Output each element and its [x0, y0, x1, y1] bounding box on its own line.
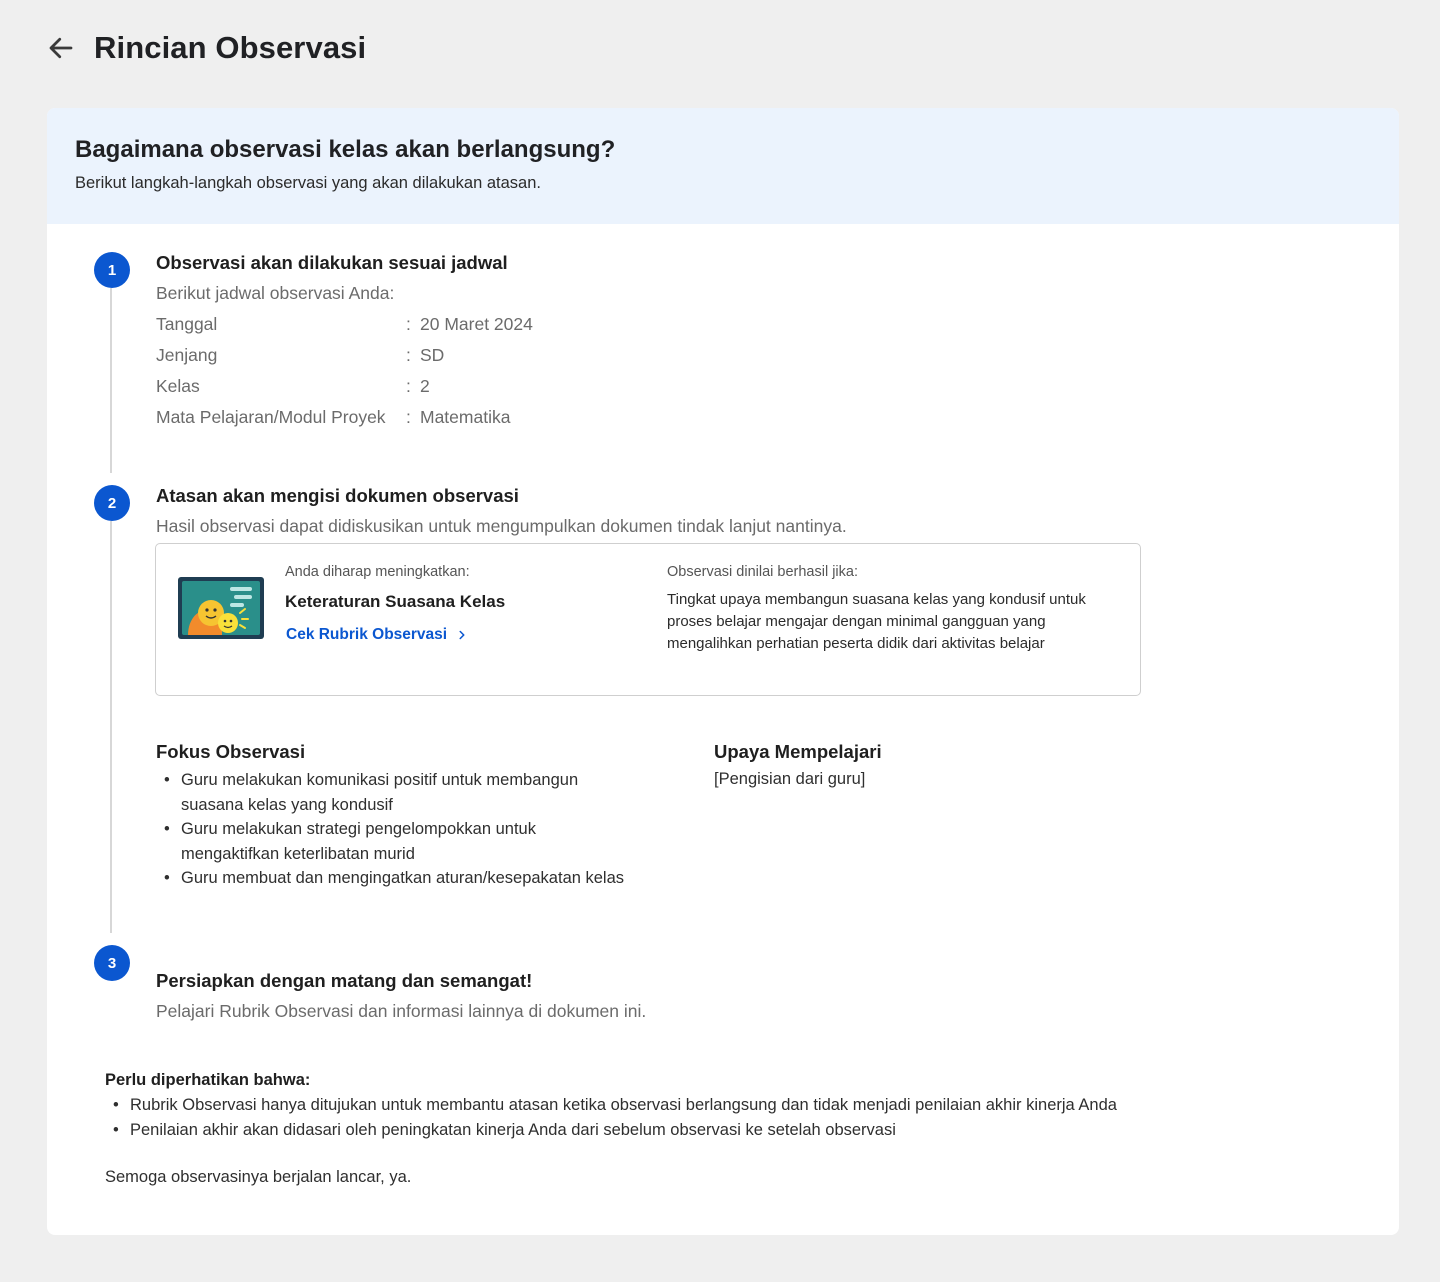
rubric-link-label: Cek Rubrik Observasi — [286, 626, 448, 643]
schedule-row-level: Jenjang : SD — [156, 345, 444, 369]
schedule-colon: : — [406, 376, 411, 396]
list-item: Penilaian akhir akan didasari oleh penin… — [105, 1118, 1305, 1143]
schedule-value: 2 — [420, 376, 430, 396]
effort-title: Upaya Mempelajari — [714, 741, 882, 762]
page-header: Rincian Observasi — [44, 28, 366, 68]
list-item: Guru melakukan komunikasi positif untuk … — [156, 768, 626, 817]
schedule-intro: Berikut jadwal observasi Anda: — [156, 283, 395, 303]
observation-card: Bagaimana observasi kelas akan berlangsu… — [47, 108, 1399, 1235]
step-number-1: 1 — [94, 252, 130, 288]
step-3-description: Pelajari Rubrik Observasi dan informasi … — [156, 1001, 647, 1021]
improve-label: Anda diharap meningkatkan: — [285, 564, 470, 580]
classroom-board-icon — [178, 577, 264, 639]
banner-subtitle: Berikut langkah-langkah observasi yang a… — [75, 174, 541, 192]
timeline-line-1 — [110, 288, 112, 473]
step-2-title: Atasan akan mengisi dokumen observasi — [156, 485, 519, 506]
banner-title: Bagaimana observasi kelas akan berlangsu… — [75, 136, 616, 163]
info-banner: Bagaimana observasi kelas akan berlangsu… — [47, 108, 1399, 224]
schedule-label: Mata Pelajaran/Modul Proyek — [156, 407, 386, 427]
timeline-line-2 — [110, 521, 112, 933]
chevron-right-icon — [459, 630, 465, 640]
arrow-left-icon — [49, 37, 73, 59]
step-number-2: 2 — [94, 485, 130, 521]
step-3-title: Persiapkan dengan matang dan semangat! — [156, 970, 533, 991]
schedule-label: Kelas — [156, 376, 200, 396]
back-button[interactable] — [44, 31, 78, 65]
list-item: Guru melakukan strategi pengelompokkan u… — [156, 817, 626, 866]
focus-title: Fokus Observasi — [156, 741, 306, 762]
step-2-description: Hasil observasi dapat didiskusikan untuk… — [156, 516, 847, 536]
note-list: Rubrik Observasi hanya ditujukan untuk m… — [105, 1093, 1305, 1142]
schedule-colon: : — [406, 345, 411, 365]
focus-card: Anda diharap meningkatkan: Keteraturan S… — [155, 543, 1141, 696]
schedule-row-date: Tanggal : 20 Maret 2024 — [156, 314, 533, 338]
closing-message: Semoga observasinya berjalan lancar, ya. — [105, 1168, 412, 1186]
step-number-3: 3 — [94, 945, 130, 981]
improve-value: Keteraturan Suasana Kelas — [285, 592, 506, 611]
list-item: Guru membuat dan mengingatkan aturan/kes… — [156, 866, 626, 891]
note-title: Perlu diperhatikan bahwa: — [105, 1071, 311, 1089]
schedule-value: 20 Maret 2024 — [420, 314, 533, 334]
schedule-colon: : — [406, 314, 411, 334]
list-item: Rubrik Observasi hanya ditujukan untuk m… — [105, 1093, 1305, 1118]
step-1-title: Observasi akan dilakukan sesuai jadwal — [156, 252, 508, 273]
focus-list: Guru melakukan komunikasi positif untuk … — [156, 768, 626, 891]
schedule-colon: : — [406, 407, 411, 427]
effort-text: [Pengisian dari guru] — [714, 770, 866, 788]
page-title: Rincian Observasi — [94, 30, 367, 65]
schedule-row-class: Kelas : 2 — [156, 376, 430, 400]
schedule-row-subject: Mata Pelajaran/Modul Proyek : Matematika — [156, 407, 510, 431]
schedule-label: Tanggal — [156, 314, 218, 334]
success-label: Observasi dinilai berhasil jika: — [667, 564, 858, 580]
success-text: Tingkat upaya membangun suasana kelas ya… — [667, 591, 1086, 652]
schedule-label: Jenjang — [156, 345, 218, 365]
schedule-value: Matematika — [420, 407, 511, 427]
schedule-value: SD — [420, 345, 445, 365]
rubric-link[interactable]: Cek Rubrik Observasi — [286, 626, 469, 644]
